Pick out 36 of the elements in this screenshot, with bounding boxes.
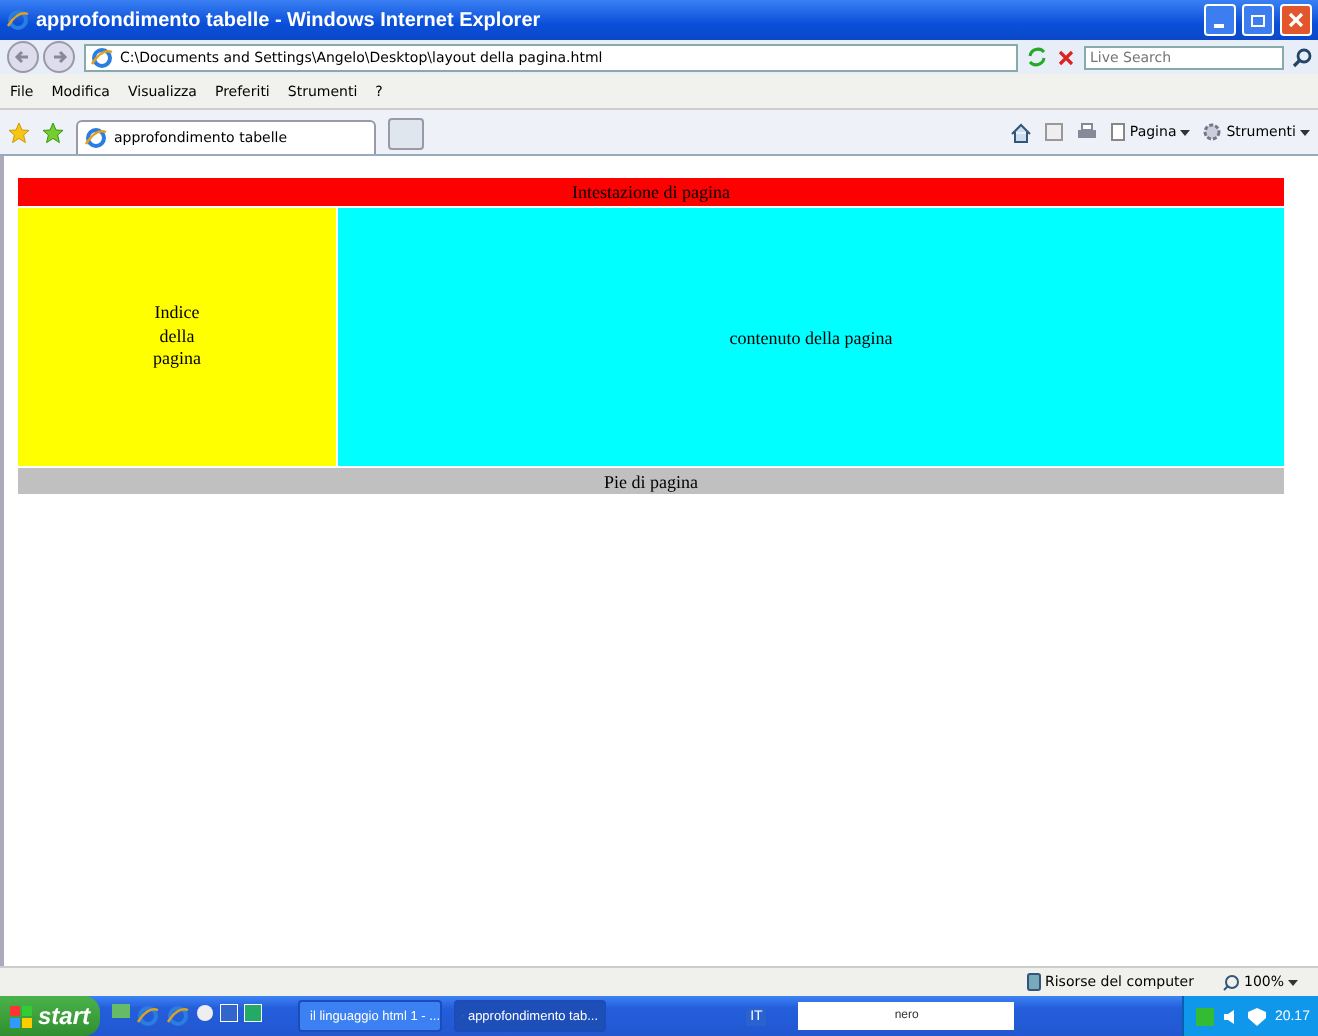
minimize-button[interactable]	[1204, 4, 1236, 36]
caret-icon	[1300, 129, 1310, 135]
page-icon	[1109, 122, 1126, 142]
home-icon[interactable]	[1009, 121, 1032, 143]
document-icon[interactable]	[220, 1004, 238, 1022]
search-icon[interactable]	[1292, 47, 1312, 67]
new-tab-button[interactable]	[388, 118, 424, 150]
stop-icon[interactable]	[1056, 47, 1076, 67]
close-icon	[1288, 12, 1304, 28]
window-title: approfondimento tabelle - Windows Internet Explorer	[36, 9, 543, 31]
gear-icon	[1202, 122, 1223, 142]
refresh-icon[interactable]	[1026, 46, 1048, 68]
add-favorite-icon[interactable]	[42, 121, 64, 143]
caret-icon	[1180, 129, 1191, 135]
caret-icon	[1288, 979, 1298, 985]
restore-icon	[1250, 12, 1266, 28]
page-footer: Pie di pagina	[18, 468, 1284, 494]
page-header: Intestazione di pagina	[18, 178, 1284, 206]
printer-icon[interactable]	[1075, 122, 1098, 142]
index-text: Indice della pagina	[151, 301, 203, 373]
media-icon[interactable]	[196, 1004, 214, 1022]
content-panel: contenuto della pagina	[338, 208, 1284, 466]
feed-icon[interactable]	[1043, 122, 1064, 142]
page-icon	[84, 126, 108, 150]
magnifier-icon	[1221, 973, 1240, 991]
close-button[interactable]	[1280, 4, 1312, 36]
back-button[interactable]	[6, 40, 40, 74]
forward-button[interactable]	[42, 40, 76, 74]
computer-icon	[1025, 972, 1041, 992]
desktop-icon[interactable]	[112, 1004, 130, 1022]
restore-button[interactable]	[1242, 4, 1274, 36]
shield-icon[interactable]	[1248, 1007, 1267, 1025]
star-icon[interactable]	[8, 121, 30, 143]
page-icon	[90, 45, 114, 69]
spreadsheet-icon[interactable]	[244, 1004, 262, 1022]
windows-logo-icon	[10, 1005, 32, 1027]
